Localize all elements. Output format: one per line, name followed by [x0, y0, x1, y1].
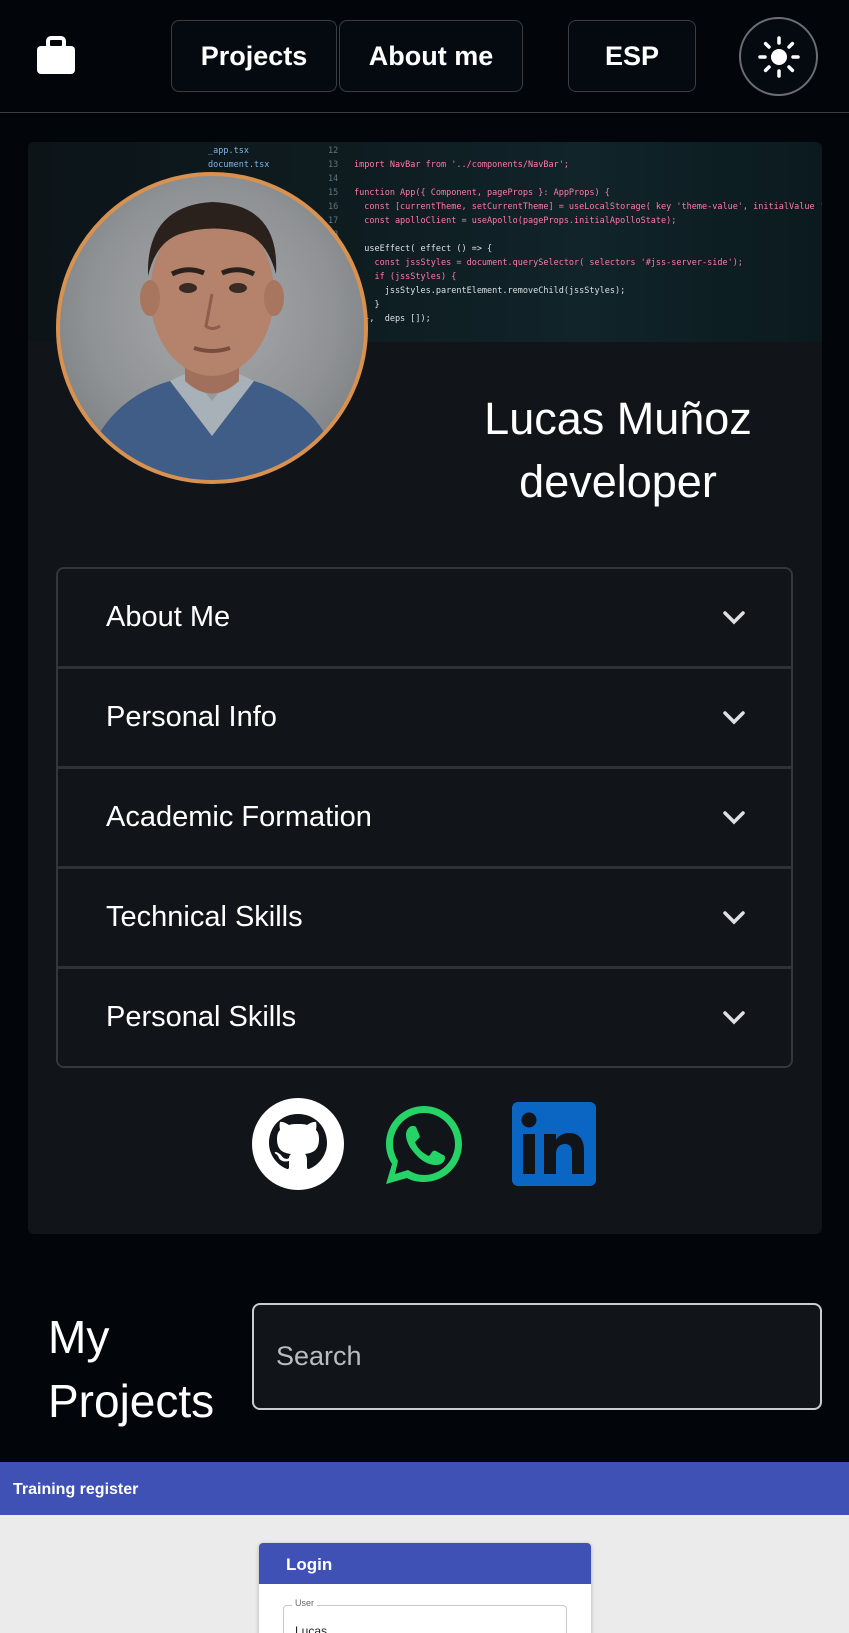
banner-line-text: function App({ Component, pageProps }: A…: [354, 188, 610, 198]
preview-app-title: Training register: [0, 1462, 849, 1515]
language-toggle-button[interactable]: ESP: [568, 20, 696, 92]
banner-code-line: 14: [328, 172, 822, 186]
banner-line-text: useEffect( effect () => {: [354, 244, 493, 254]
banner-code-line: 18: [328, 228, 822, 242]
whatsapp-icon[interactable]: [378, 1098, 470, 1190]
role-line: developer: [519, 456, 717, 507]
banner-code-line: 20 const jssStyles = document.querySelec…: [328, 256, 822, 270]
banner-code-line: 21 if (jssStyles) {: [328, 270, 822, 284]
banner-file-list: _app.tsx document.tsx: [208, 144, 269, 172]
preview-login-title: Login: [259, 1543, 591, 1584]
preview-login-form: Login User Lucas: [259, 1543, 591, 1633]
chevron-down-icon: [723, 1010, 745, 1024]
preview-field-value: Lucas: [295, 1624, 328, 1633]
banner-line-text: const apolloClient = useApollo(pageProps…: [354, 216, 677, 226]
banner-code-line: 19 useEffect( effect () => {: [328, 242, 822, 256]
preview-field-label: User: [292, 1598, 318, 1608]
banner-line-text: const [currentTheme, setCurrentTheme] = …: [354, 202, 822, 212]
chevron-down-icon: [723, 610, 745, 624]
github-icon[interactable]: [252, 1098, 344, 1190]
theme-toggle-button[interactable]: [739, 17, 818, 96]
accordion-personal-skills[interactable]: Personal Skills: [58, 966, 791, 1066]
accordion-about-me[interactable]: About Me: [58, 569, 791, 666]
top-navbar: Projects About me ESP: [0, 0, 849, 113]
banner-line-number: 15: [328, 188, 339, 198]
profile-photo: [80, 202, 344, 480]
accordion-technical-skills[interactable]: Technical Skills: [58, 866, 791, 966]
accordion-label: About Me: [106, 601, 231, 633]
sun-icon: [757, 35, 800, 78]
banner-code-line: 15 function App({ Component, pageProps }:…: [328, 186, 822, 200]
chevron-down-icon: [723, 710, 745, 724]
info-accordion: About Me Personal Info Academic Formatio…: [56, 567, 793, 1068]
banner-line-number: 17: [328, 216, 339, 226]
nav-projects-button[interactable]: Projects: [171, 20, 337, 92]
accordion-personal-info[interactable]: Personal Info: [58, 666, 791, 766]
banner-code-line: 24 }, deps []);: [328, 312, 822, 326]
banner-file-name: _app.tsx: [208, 146, 249, 156]
banner-line-number: 12: [328, 146, 339, 156]
banner-line-text: import NavBar from '../components/NavBar…: [354, 160, 569, 170]
accordion-label: Technical Skills: [106, 901, 303, 933]
name-line: Lucas Muñoz: [484, 393, 752, 444]
avatar: [56, 172, 368, 484]
banner-code-line: 13 import NavBar from '../components/NavB…: [328, 158, 822, 172]
preview-user-field: User Lucas: [283, 1598, 567, 1633]
project-card-training-register[interactable]: Training register Login User Lucas: [0, 1462, 849, 1633]
banner-line-number: 14: [328, 174, 339, 184]
linkedin-icon[interactable]: [506, 1098, 598, 1190]
accordion-label: Academic Formation: [106, 801, 372, 833]
accordion-academic-formation[interactable]: Academic Formation: [58, 766, 791, 866]
projects-title: My Projects: [48, 1305, 214, 1433]
banner-code-line: 16 const [currentTheme, setCurrentTheme]…: [328, 200, 822, 214]
banner-line-number: 13: [328, 160, 339, 170]
banner-line-text: const jssStyles = document.querySelector…: [354, 258, 743, 268]
banner-code-line: 17 const apolloClient = useApollo(pagePr…: [328, 214, 822, 228]
banner-code-text: _app.tsx document.tsx 12 13 import NavBar fr…: [208, 144, 822, 326]
search-input[interactable]: [252, 1303, 822, 1410]
social-links: [28, 1098, 822, 1194]
accordion-label: Personal Skills: [106, 1001, 297, 1033]
banner-code-line: 22 jssStyles.parentElement.removeChild(j…: [328, 284, 822, 298]
chevron-down-icon: [723, 810, 745, 824]
accordion-label: Personal Info: [106, 701, 277, 733]
banner-file-name: document.tsx: [208, 160, 270, 170]
briefcase-icon[interactable]: [35, 36, 77, 76]
chevron-down-icon: [723, 910, 745, 924]
profile-name: Lucas Muñoz developer: [418, 387, 818, 513]
projects-title-line: My: [48, 1311, 110, 1363]
banner-line-text: if (jssStyles) {: [354, 272, 457, 282]
projects-title-line: Projects: [48, 1375, 215, 1427]
banner-code-line: 12: [328, 144, 822, 158]
nav-about-me-button[interactable]: About me: [339, 20, 523, 92]
banner-code-line: 23 }: [328, 298, 822, 312]
profile-card: _app.tsx document.tsx 12 13 import NavBar fr…: [28, 142, 822, 1234]
banner-line-text: jssStyles.parentElement.removeChild(jssS…: [354, 286, 626, 296]
banner-line-number: 16: [328, 202, 339, 212]
